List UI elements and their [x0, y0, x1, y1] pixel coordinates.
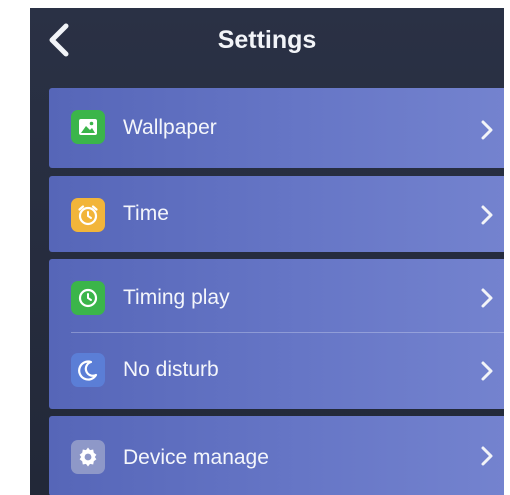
settings-item-label: Timing play: [123, 286, 230, 309]
gear-icon: [71, 440, 105, 474]
chevron-right-icon: [479, 359, 495, 383]
alarm-clock-icon: [71, 198, 105, 232]
settings-item-label: Time: [123, 202, 169, 225]
settings-group-schedule: Timing play No disturb: [49, 259, 504, 409]
chevron-right-icon: [479, 444, 495, 468]
image-icon: [71, 110, 105, 144]
settings-item-device-manage[interactable]: Device manage: [49, 416, 504, 495]
settings-item-wallpaper[interactable]: Wallpaper: [49, 88, 504, 168]
chevron-right-icon: [479, 286, 495, 310]
settings-group-time: Time: [49, 176, 504, 252]
settings-item-timing-play[interactable]: Timing play: [49, 259, 504, 333]
page-title: Settings: [217, 26, 317, 54]
settings-item-label: Wallpaper: [123, 116, 217, 139]
settings-item-label: No disturb: [123, 358, 219, 381]
clock-icon: [71, 281, 105, 315]
chevron-right-icon: [479, 203, 495, 227]
settings-item-no-disturb[interactable]: No disturb: [49, 333, 504, 409]
chevron-right-icon: [479, 118, 495, 142]
settings-group-device: Device manage: [49, 416, 504, 495]
settings-group-wallpaper: Wallpaper: [49, 88, 504, 168]
settings-item-label: Device manage: [123, 446, 269, 469]
settings-screen: Settings Wallpaper Time Timing play No d…: [30, 8, 504, 495]
settings-item-time[interactable]: Time: [49, 176, 504, 252]
header-bar: Settings: [30, 8, 504, 78]
moon-icon: [71, 353, 105, 387]
